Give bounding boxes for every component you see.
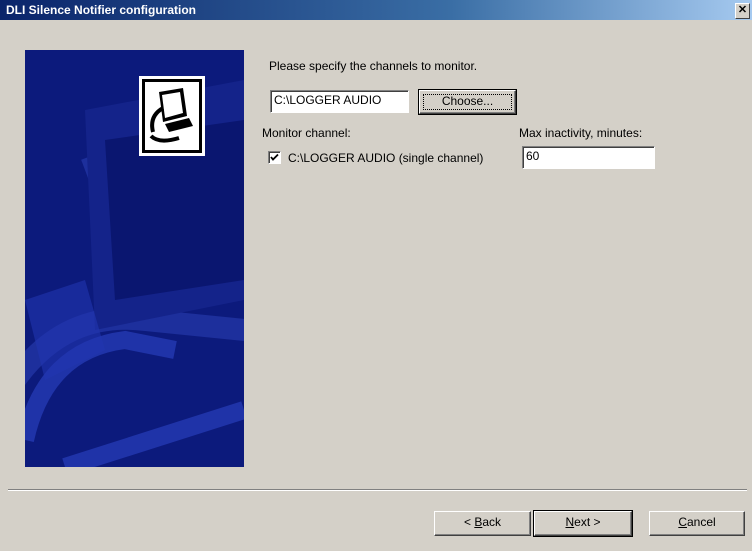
window-title: DLI Silence Notifier configuration (6, 3, 197, 17)
max-inactivity-label: Max inactivity, minutes: (519, 126, 643, 140)
close-button[interactable]: ✕ (735, 3, 750, 19)
wizard-banner (25, 50, 244, 467)
back-button[interactable]: < Back (434, 511, 531, 536)
path-field[interactable]: C:\LOGGER AUDIO (270, 90, 409, 113)
channel-label: C:\LOGGER AUDIO (single channel) (288, 151, 484, 165)
cancel-button[interactable]: Cancel (649, 511, 745, 536)
checkmark-icon (270, 153, 279, 161)
choose-button[interactable]: Choose... (418, 89, 517, 115)
channel-checkbox[interactable] (268, 151, 281, 164)
close-icon: ✕ (737, 4, 748, 16)
next-button[interactable]: Next > (533, 510, 633, 537)
max-inactivity-input[interactable]: 60 (522, 146, 655, 169)
separator (8, 489, 747, 491)
monitor-channel-label: Monitor channel: (262, 126, 351, 140)
title-bar: DLI Silence Notifier configuration ✕ (0, 0, 752, 20)
banner-artwork (25, 50, 244, 467)
instruction-text: Please specify the channels to monitor. (269, 59, 478, 73)
computer-recycle-icon (139, 76, 205, 156)
